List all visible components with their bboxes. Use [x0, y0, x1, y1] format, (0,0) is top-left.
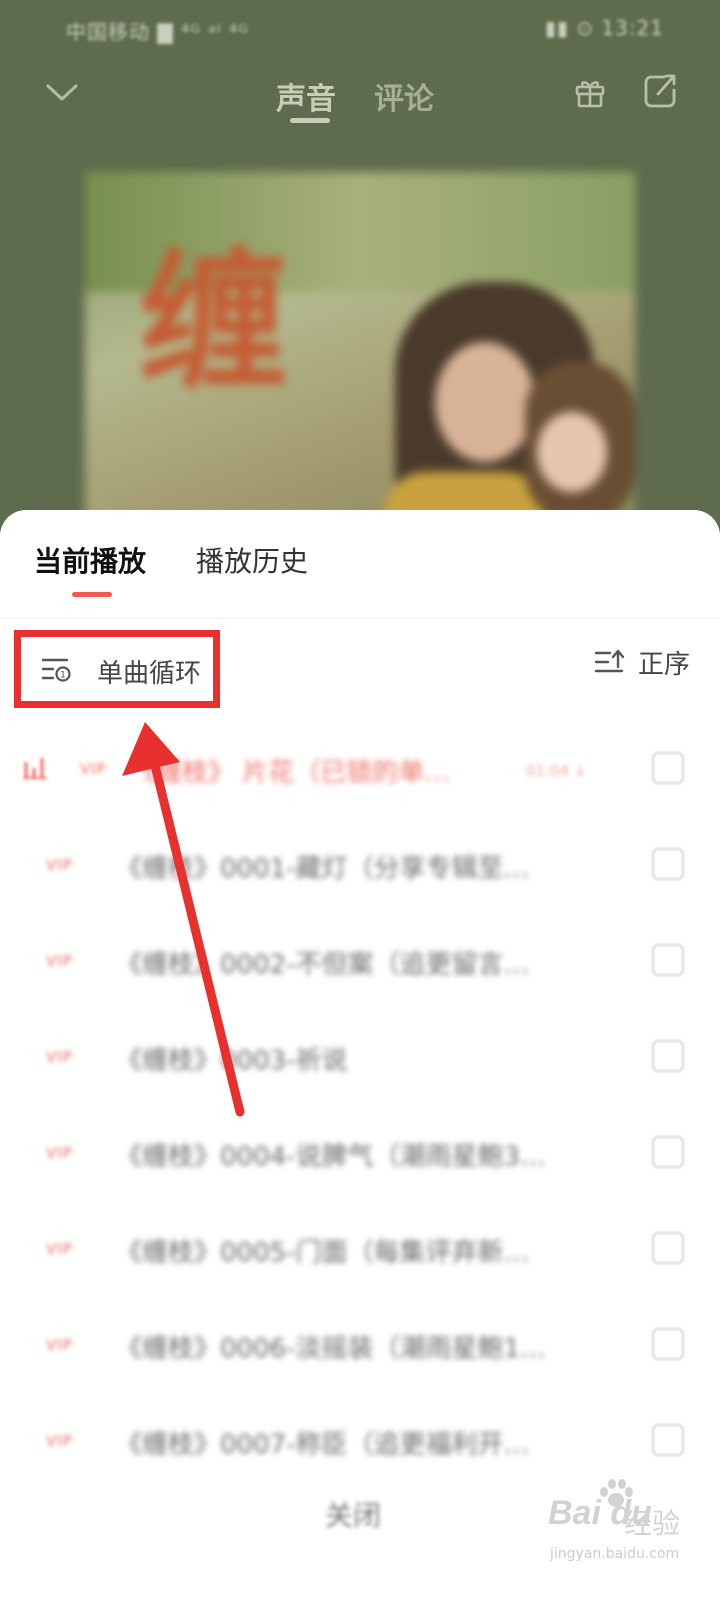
player-top-nav: 声音 评论	[0, 60, 720, 130]
tab-indicator	[290, 118, 330, 123]
vip-badge: VIP	[46, 856, 73, 874]
now-playing-icon	[23, 758, 47, 779]
sheet-tab-indicator	[72, 592, 112, 597]
sort-ascending-icon	[594, 649, 625, 673]
sheet-tabs: 当前播放 播放历史	[0, 510, 720, 620]
vip-badge: VIP	[80, 760, 107, 778]
track-title: 《缠枝》0002-不但案（追更留言…	[116, 950, 530, 980]
tab-comments[interactable]: 评论	[374, 74, 434, 118]
list-item[interactable]: VIP 《缠枝》0004-说脾气（潮雨星鲍3…	[0, 1114, 720, 1210]
track-more-icon[interactable]	[652, 752, 684, 784]
play-mode-button[interactable]: 1 单曲循环	[14, 630, 220, 708]
list-item[interactable]: VIP 《缠枝》0003-祈说	[0, 1018, 720, 1114]
gift-icon[interactable]	[572, 74, 608, 110]
vip-badge: VIP	[46, 1048, 73, 1066]
watermark-url: jingyan.baidu.com	[550, 1546, 680, 1562]
track-title: 《缠枝》 片花（已锁的单…	[130, 758, 451, 788]
vip-badge: VIP	[46, 1336, 73, 1354]
playlist-controls: 1 单曲循环 正序	[0, 620, 720, 708]
status-time: ▮▮ ⊙ 13:21	[544, 16, 664, 40]
tab-play-history[interactable]: 播放历史	[196, 540, 308, 580]
track-title: 《缠枝》0007-称臣（追更福利开…	[116, 1430, 530, 1460]
track-title: 《缠枝》0006-淡摇装（潮雨星鲍1…	[116, 1334, 547, 1364]
vip-badge: VIP	[46, 952, 73, 970]
track-more-icon[interactable]	[652, 848, 684, 880]
single-loop-icon: 1	[41, 658, 71, 682]
collapse-chevron-icon[interactable]	[44, 74, 80, 110]
playlist-sheet: 当前播放 播放历史 1 单曲循环 正序 VIP 《缠枝》 片花（已锁的单… 01…	[0, 510, 720, 1600]
svg-text:1: 1	[60, 671, 66, 681]
track-duration: 01:04 ↓	[526, 762, 587, 780]
share-icon[interactable]	[642, 72, 678, 110]
close-button[interactable]: 关闭	[325, 1494, 381, 1534]
track-title: 《缠枝》0001-藏灯（分享专辑至…	[116, 854, 530, 884]
list-item[interactable]: VIP 《缠枝》0006-淡摇装（潮雨星鲍1…	[0, 1306, 720, 1402]
track-title: 《缠枝》0005-门面（每集评弃新…	[116, 1238, 530, 1268]
play-mode-label: 单曲循环	[97, 659, 202, 689]
vip-badge: VIP	[46, 1432, 73, 1450]
tab-now-playing[interactable]: 当前播放	[34, 540, 146, 580]
sort-order-label: 正序	[637, 650, 690, 680]
track-title: 《缠枝》0004-说脾气（潮雨星鲍3…	[116, 1142, 547, 1172]
watermark-logo: Bai du 经验 jingyan.baidu.com	[548, 1479, 698, 1584]
track-more-icon[interactable]	[652, 1136, 684, 1168]
status-carrier: 中国移动 ▇ ⁴ᴳ ᵃᴵ ⁴ᴳ	[66, 20, 249, 44]
track-title: 《缠枝》0003-祈说	[116, 1046, 348, 1076]
vip-badge: VIP	[46, 1240, 73, 1258]
sort-order-button[interactable]: 正序	[594, 644, 690, 684]
track-more-icon[interactable]	[652, 1232, 684, 1264]
list-item[interactable]: VIP 《缠枝》0005-门面（每集评弃新…	[0, 1210, 720, 1306]
album-cover: 缠	[85, 172, 635, 552]
divider	[0, 618, 720, 619]
watermark-brand-cn: 经验	[624, 1507, 681, 1540]
track-more-icon[interactable]	[652, 1424, 684, 1456]
list-item[interactable]: VIP 《缠枝》0002-不但案（追更留言…	[0, 922, 720, 1018]
status-bar: 中国移动 ▇ ⁴ᴳ ᵃᴵ ⁴ᴳ ▮▮ ⊙ 13:21	[0, 0, 720, 56]
player-background: 中国移动 ▇ ⁴ᴳ ᵃᴵ ⁴ᴳ ▮▮ ⊙ 13:21 声音 评论 缠	[0, 0, 720, 560]
cover-title: 缠	[113, 242, 287, 392]
track-more-icon[interactable]	[652, 1328, 684, 1360]
track-more-icon[interactable]	[652, 1040, 684, 1072]
list-item[interactable]: VIP 《缠枝》0001-藏灯（分享专辑至…	[0, 826, 720, 922]
track-more-icon[interactable]	[652, 944, 684, 976]
tab-sound[interactable]: 声音	[276, 74, 336, 118]
vip-badge: VIP	[46, 1144, 73, 1162]
list-item[interactable]: VIP 《缠枝》 片花（已锁的单… 01:04 ↓	[0, 730, 720, 826]
